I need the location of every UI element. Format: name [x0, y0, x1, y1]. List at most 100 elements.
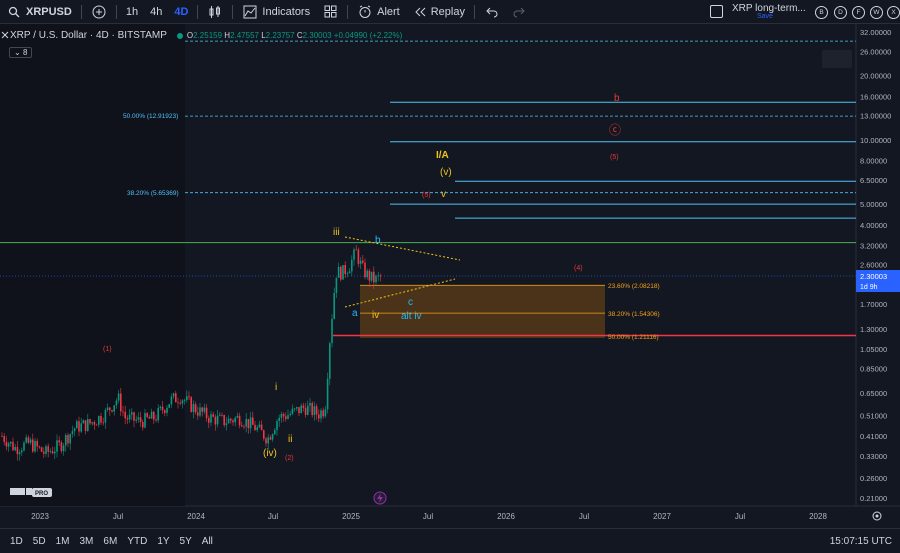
indicator-count-badge[interactable]: ⌄ 8	[9, 47, 33, 58]
candle-body	[326, 378, 329, 410]
candle-body	[25, 437, 27, 443]
timeframe-4d[interactable]: 4D	[168, 0, 194, 24]
range-1m[interactable]: 1M	[51, 536, 75, 547]
candle-body	[199, 407, 201, 416]
candle-body	[82, 420, 85, 424]
candle-body	[150, 411, 153, 419]
range-ytd[interactable]: YTD	[122, 536, 152, 547]
replay-button[interactable]: Replay	[406, 0, 471, 24]
ohlc-close: 2.30003	[302, 31, 332, 40]
utc-clock[interactable]: 15:07:15 UTC	[830, 536, 892, 547]
timeframe-1h[interactable]: 1h	[120, 0, 144, 24]
candle-body	[241, 425, 243, 427]
candle-body	[56, 440, 58, 452]
candle-body	[265, 438, 267, 444]
candle-body	[49, 451, 52, 453]
indicators-button[interactable]: Indicators	[236, 0, 316, 24]
layout-checkbox[interactable]	[710, 5, 723, 18]
wave-label: b	[614, 93, 620, 104]
wave-label: iv	[372, 310, 379, 321]
candle-body	[159, 406, 162, 409]
account-button-d[interactable]: D	[834, 6, 847, 19]
alert-button[interactable]: Alert	[351, 0, 406, 24]
templates-button[interactable]	[316, 0, 344, 24]
candle-body	[186, 396, 188, 401]
timeframe-4h[interactable]: 4h	[144, 0, 168, 24]
candle-body	[100, 415, 102, 423]
price-tick-label: 3.20000	[860, 241, 887, 250]
account-button-w[interactable]: W	[870, 6, 883, 19]
time-tick-label: Jul	[579, 512, 589, 521]
ohlc-values: O2.25159 H2.47557 L2.23757 C2.30003 +0.0…	[186, 31, 403, 40]
candle-body	[84, 420, 87, 431]
undo-button[interactable]	[478, 0, 506, 24]
candle-body	[245, 419, 247, 427]
candle-body	[40, 447, 43, 452]
candle-body	[45, 446, 47, 454]
time-tick-label: Jul	[113, 512, 123, 521]
candle-body	[93, 422, 96, 425]
wave-label: v	[441, 189, 446, 200]
candle-body	[76, 421, 78, 429]
candle-body	[258, 424, 261, 428]
svg-text:PRO: PRO	[35, 491, 48, 497]
chart-legend: XRP / U.S. Dollar · 4D · BITSTAMP O2.251…	[10, 30, 402, 41]
countdown-label: 1d 9h	[860, 284, 878, 291]
candle-body	[351, 259, 353, 272]
range-1d[interactable]: 1D	[0, 536, 28, 547]
range-5y[interactable]: 5Y	[175, 536, 197, 547]
upper-trendline	[344, 236, 461, 261]
lightning-icon[interactable]	[373, 491, 387, 505]
candle-body	[243, 426, 245, 428]
candle-body	[311, 403, 313, 415]
redo-button[interactable]	[506, 0, 534, 24]
candle-body	[16, 447, 19, 455]
search-icon	[6, 4, 22, 20]
candle-body	[1, 435, 3, 437]
candle-body	[377, 275, 379, 277]
candle-body	[179, 402, 181, 404]
price-chart[interactable]: 32.00000 26.00000 20.00000 16.00000 13.00000…	[0, 24, 900, 528]
bottom-toolbar: 1D 5D 1M 3M 6M YTD 1Y 5Y All 15:07:15 UT…	[0, 528, 900, 553]
candle-body	[346, 273, 349, 275]
range-5d[interactable]: 5D	[28, 536, 51, 547]
candle-body	[348, 271, 351, 274]
account-button-x[interactable]: X	[887, 6, 900, 19]
wave-label: (iv)	[263, 448, 277, 459]
compare-button[interactable]	[85, 0, 113, 24]
candle-body	[115, 400, 118, 406]
account-button-b[interactable]: B	[815, 6, 828, 19]
legend-title: XRP / U.S. Dollar · 4D · BITSTAMP	[10, 30, 167, 41]
range-all[interactable]: All	[197, 536, 218, 547]
range-1y[interactable]: 1Y	[152, 536, 174, 547]
price-tick-label: 26.00000	[860, 47, 891, 56]
time-tick-label: 2028	[809, 512, 827, 521]
candle-body	[298, 407, 300, 414]
symbol-search[interactable]: XRPUSD	[0, 0, 78, 24]
candle-body	[329, 343, 331, 379]
candle-body	[370, 271, 373, 281]
price-tick-label: 32.00000	[860, 28, 891, 37]
range-6m[interactable]: 6M	[98, 536, 122, 547]
layout-save-link[interactable]: Save	[757, 13, 773, 20]
close-icon[interactable]	[0, 30, 10, 40]
candle-body	[10, 441, 12, 444]
price-tick-label: 6.50000	[860, 176, 887, 185]
price-tick-label: 16.00000	[860, 92, 891, 101]
settings-icon[interactable]	[872, 511, 882, 521]
range-3m[interactable]: 3M	[75, 536, 99, 547]
candle-body	[124, 411, 126, 419]
account-button-f[interactable]: F	[852, 6, 865, 19]
chart-type-button[interactable]	[201, 0, 229, 24]
candle-body	[181, 400, 184, 404]
candle-body	[223, 415, 225, 426]
chart-controls-overlay[interactable]	[822, 50, 852, 68]
candle-body	[340, 266, 342, 280]
wave-label: (5)	[610, 154, 619, 161]
candle-body	[170, 396, 173, 405]
wave-label: iii	[333, 227, 340, 238]
candle-body	[260, 424, 263, 431]
fib-label: 23.60% (2.08218)	[608, 283, 660, 290]
candle-body	[3, 436, 5, 442]
price-tick-label: 1.30000	[860, 325, 887, 334]
